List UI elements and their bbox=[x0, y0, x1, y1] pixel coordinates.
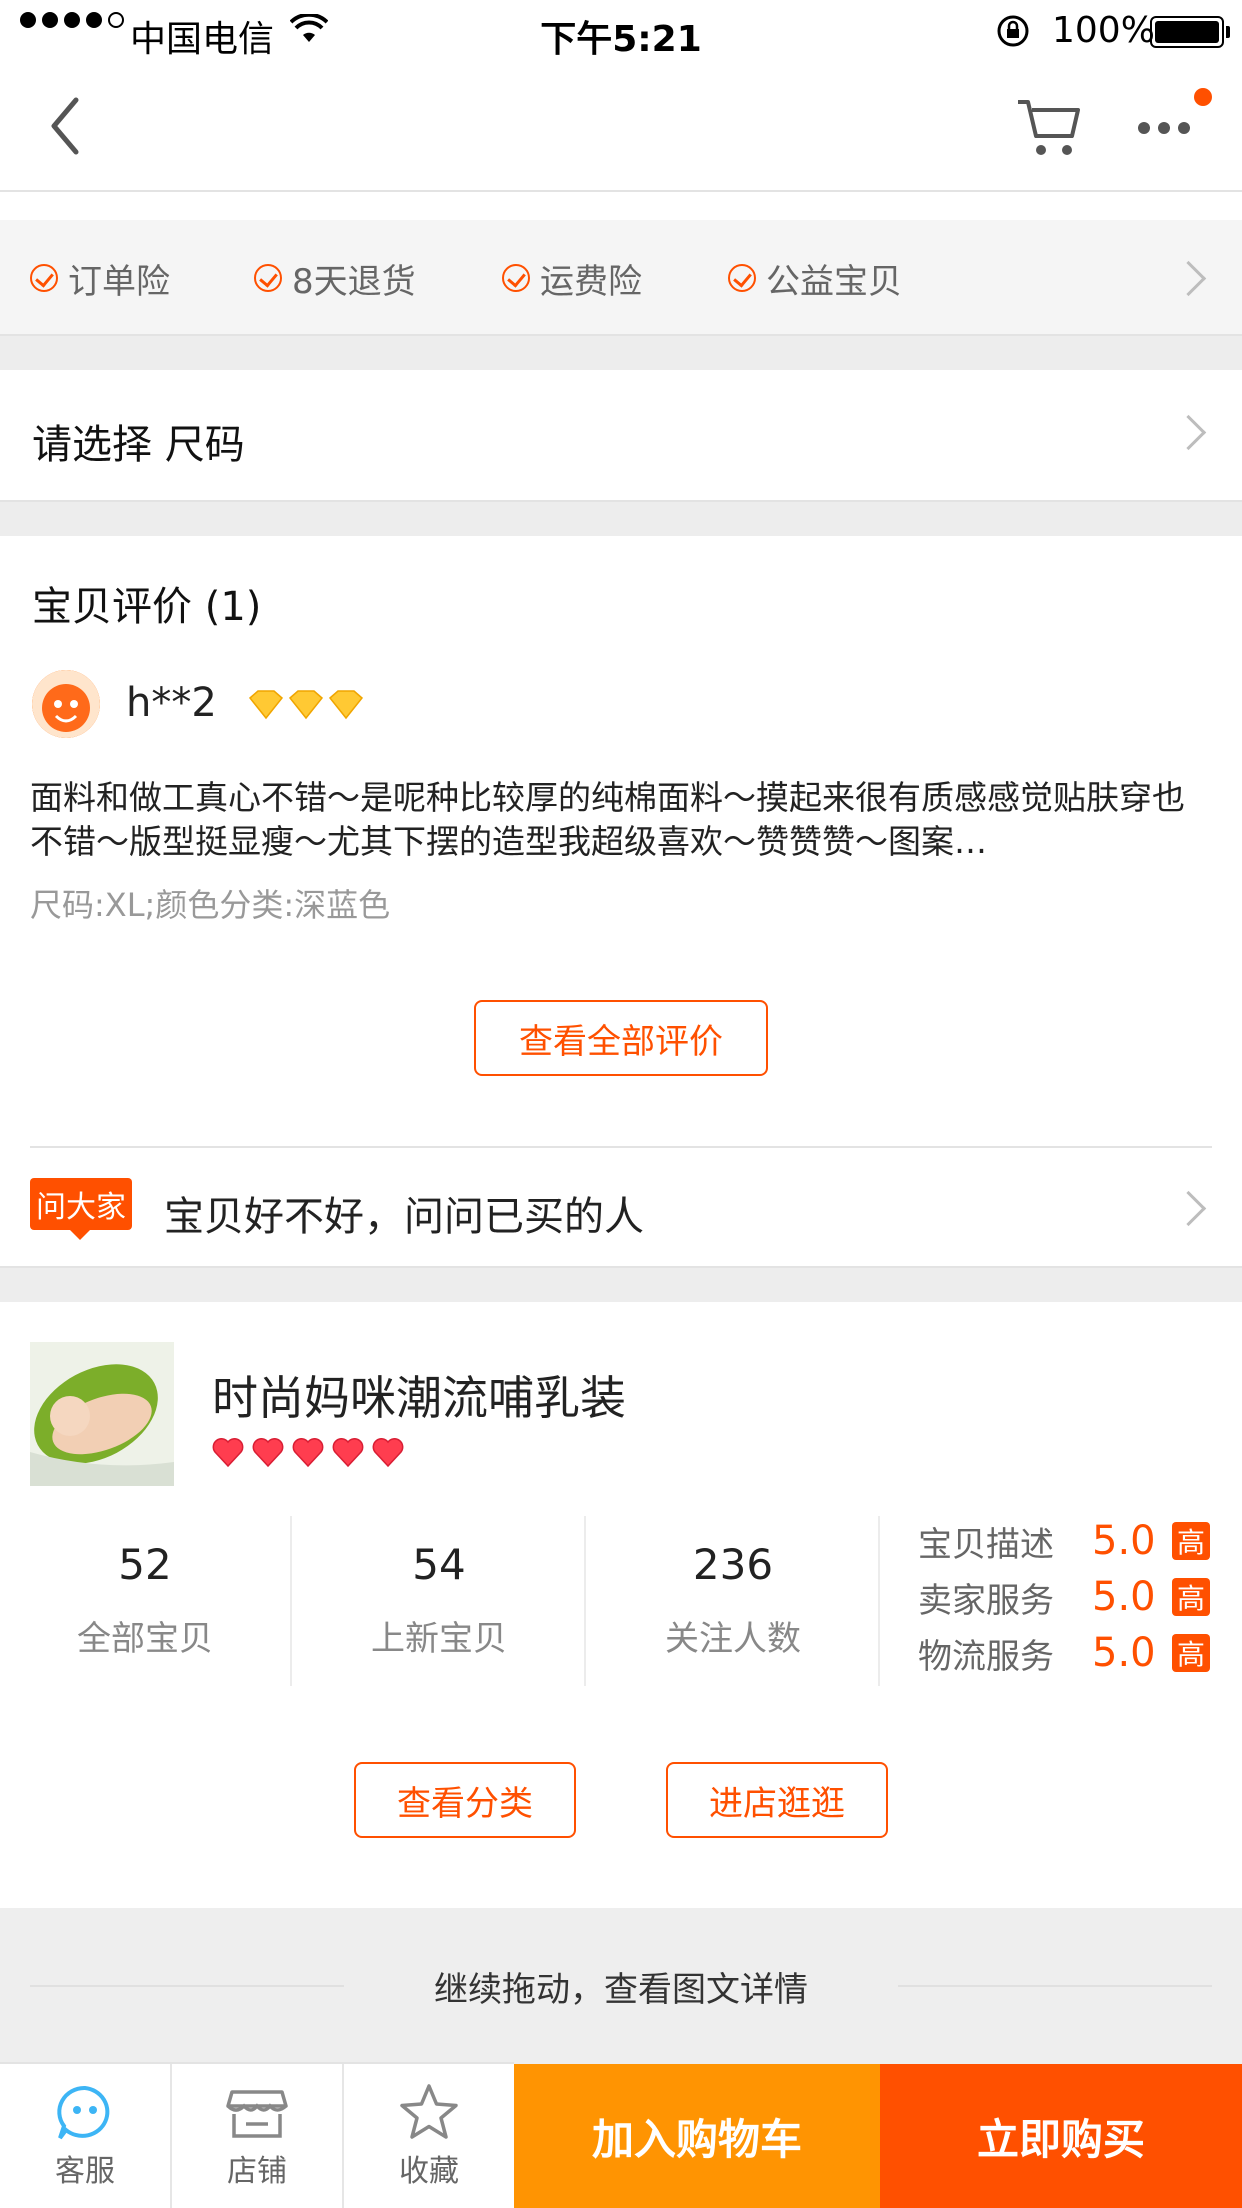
divider bbox=[290, 1516, 292, 1686]
section-gap bbox=[0, 502, 1242, 536]
heart-icon bbox=[212, 1438, 244, 1468]
guarantee-item: 运费险 bbox=[502, 254, 642, 302]
notification-dot bbox=[1194, 88, 1212, 106]
back-button[interactable] bbox=[40, 96, 100, 156]
star-icon bbox=[400, 2084, 458, 2139]
guarantee-item: 订单险 bbox=[30, 254, 170, 302]
heart-icon bbox=[292, 1438, 324, 1468]
divider bbox=[0, 190, 1242, 192]
rating-level-badge: 高 bbox=[1172, 1578, 1210, 1616]
shop-stat-new[interactable]: 54 上新宝贝 bbox=[294, 1540, 584, 1660]
ask-tag: 问大家 bbox=[30, 1178, 132, 1240]
tab-favorite[interactable]: 收藏 bbox=[344, 2064, 514, 2208]
shop-logo[interactable] bbox=[30, 1342, 174, 1486]
rating-row: 卖家服务 5.0 高 bbox=[918, 1572, 1210, 1622]
avatar bbox=[32, 670, 100, 738]
reviews-count: (1) bbox=[204, 584, 262, 630]
reviewer-level-icon bbox=[246, 688, 370, 722]
view-category-button[interactable]: 查看分类 bbox=[354, 1762, 576, 1838]
chevron-right-icon bbox=[1170, 414, 1207, 451]
stat-label: 上新宝贝 bbox=[371, 1619, 507, 1659]
guarantee-item: 8天退货 bbox=[254, 254, 416, 302]
cart-icon bbox=[1018, 100, 1080, 155]
size-select-row[interactable]: 请选择 尺码 bbox=[0, 370, 1242, 500]
cart-button[interactable] bbox=[1014, 96, 1084, 160]
service-icon bbox=[57, 2085, 110, 2140]
more-icon bbox=[1138, 122, 1190, 134]
heart-icon bbox=[332, 1438, 364, 1468]
tab-shop[interactable]: 店铺 bbox=[172, 2064, 342, 2208]
shop-icon bbox=[226, 2090, 288, 2138]
guarantee-item: 公益宝贝 bbox=[728, 254, 902, 302]
tab-service[interactable]: 客服 bbox=[0, 2064, 170, 2208]
shop-credit-hearts bbox=[208, 1436, 418, 1474]
chevron-left-icon bbox=[51, 97, 79, 155]
rating-level-badge: 高 bbox=[1172, 1634, 1210, 1672]
status-bar: 中国电信 下午5:21 100% bbox=[0, 0, 1242, 64]
rating-score: 5.0 bbox=[1092, 1630, 1156, 1676]
tab-label: 店铺 bbox=[227, 2154, 287, 2189]
buy-now-button[interactable]: 立即购买 bbox=[880, 2064, 1242, 2208]
rating-score: 5.0 bbox=[1092, 1518, 1156, 1564]
section-gap bbox=[0, 1268, 1242, 1302]
shop-stat-followers[interactable]: 236 关注人数 bbox=[588, 1540, 878, 1660]
shop-name: 时尚妈咪潮流哺乳装 bbox=[212, 1371, 626, 1425]
check-circle-icon bbox=[502, 264, 530, 292]
divider bbox=[878, 1516, 880, 1686]
divider bbox=[584, 1516, 586, 1686]
ask-text: 宝贝好不好，问问已买的人 bbox=[164, 1194, 644, 1240]
check-circle-icon bbox=[254, 264, 282, 292]
more-button[interactable] bbox=[1136, 110, 1196, 150]
check-circle-icon bbox=[30, 264, 58, 292]
add-to-cart-button[interactable]: 加入购物车 bbox=[514, 2064, 880, 2208]
view-all-reviews-button[interactable]: 查看全部评价 bbox=[474, 1000, 768, 1076]
heart-icon bbox=[252, 1438, 284, 1468]
stat-label: 全部宝贝 bbox=[77, 1619, 213, 1659]
stat-label: 关注人数 bbox=[665, 1619, 801, 1659]
battery-percent: 100% bbox=[1052, 10, 1155, 51]
size-select-label: 请选择 尺码 bbox=[32, 422, 245, 468]
enter-shop-button[interactable]: 进店逛逛 bbox=[666, 1762, 888, 1838]
review-text: 面料和做工真心不错～是呢种比较厚的纯棉面料～摸起来很有质感感觉贴肤穿也不错～版型… bbox=[30, 778, 1185, 861]
rating-score: 5.0 bbox=[1092, 1574, 1156, 1620]
rotation-lock-icon bbox=[996, 14, 1030, 57]
reviews-title: 宝贝评价 (1) bbox=[32, 584, 262, 630]
tab-label: 收藏 bbox=[399, 2154, 459, 2189]
stat-number: 54 bbox=[412, 1540, 466, 1589]
heart-icon bbox=[372, 1438, 404, 1468]
shop-stat-all[interactable]: 52 全部宝贝 bbox=[0, 1540, 290, 1660]
check-circle-icon bbox=[728, 264, 756, 292]
rating-row: 物流服务 5.0 高 bbox=[918, 1628, 1210, 1678]
section-gap bbox=[0, 336, 1242, 370]
stat-number: 236 bbox=[692, 1540, 774, 1589]
rating-row: 宝贝描述 5.0 高 bbox=[918, 1516, 1210, 1566]
stat-number: 52 bbox=[118, 1540, 172, 1589]
reviewer-name: h**2 bbox=[126, 680, 217, 726]
battery-icon bbox=[1150, 16, 1230, 48]
drag-hint-text: 继续拖动，查看图文详情 bbox=[434, 1970, 808, 2010]
tab-label: 客服 bbox=[55, 2154, 115, 2189]
rating-level-badge: 高 bbox=[1172, 1522, 1210, 1560]
review-sku: 尺码:XL;颜色分类:深蓝色 bbox=[30, 886, 391, 924]
